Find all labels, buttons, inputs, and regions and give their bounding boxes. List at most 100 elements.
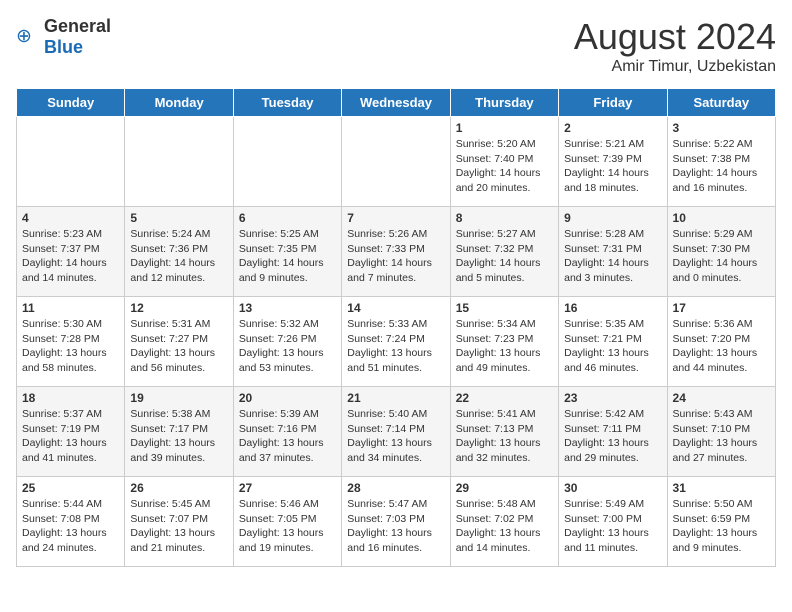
calendar-cell: 28 Sunrise: 5:47 AMSunset: 7:03 PMDayligh… [342,477,450,567]
title-section: August 2024 Amir Timur, Uzbekistan [574,16,776,76]
cell-content: Sunrise: 5:44 AMSunset: 7:08 PMDaylight:… [22,497,119,556]
day-number: 24 [673,391,770,405]
calendar-table: SundayMondayTuesdayWednesdayThursdayFrid… [16,88,776,567]
calendar-cell [342,117,450,207]
cell-content: Sunrise: 5:48 AMSunset: 7:02 PMDaylight:… [456,497,553,556]
cell-content: Sunrise: 5:32 AMSunset: 7:26 PMDaylight:… [239,317,336,376]
calendar-cell [233,117,341,207]
cell-content: Sunrise: 5:29 AMSunset: 7:30 PMDaylight:… [673,227,770,286]
day-number: 1 [456,121,553,135]
day-header-sunday: Sunday [17,89,125,117]
calendar-cell: 7 Sunrise: 5:26 AMSunset: 7:33 PMDaylight… [342,207,450,297]
day-number: 10 [673,211,770,225]
cell-content: Sunrise: 5:20 AMSunset: 7:40 PMDaylight:… [456,137,553,196]
day-header-monday: Monday [125,89,233,117]
day-number: 6 [239,211,336,225]
calendar-cell: 15 Sunrise: 5:34 AMSunset: 7:23 PMDayligh… [450,297,558,387]
cell-content: Sunrise: 5:23 AMSunset: 7:37 PMDaylight:… [22,227,119,286]
calendar-cell: 17 Sunrise: 5:36 AMSunset: 7:20 PMDayligh… [667,297,775,387]
calendar-cell: 31Sunrise: 5:50 AMSunset: 6:59 PMDayligh… [667,477,775,567]
day-number: 21 [347,391,444,405]
cell-content: Sunrise: 5:22 AMSunset: 7:38 PMDaylight:… [673,137,770,196]
logo: ⊕ General Blue [16,16,111,58]
day-number: 2 [564,121,661,135]
cell-content: Sunrise: 5:40 AMSunset: 7:14 PMDaylight:… [347,407,444,466]
day-header-tuesday: Tuesday [233,89,341,117]
day-number: 27 [239,481,336,495]
calendar-cell: 14Sunrise: 5:33 AMSunset: 7:24 PMDayligh… [342,297,450,387]
svg-text:⊕: ⊕ [16,25,32,46]
day-number: 18 [22,391,119,405]
calendar-cell: 11Sunrise: 5:30 AMSunset: 7:28 PMDayligh… [17,297,125,387]
day-number: 20 [239,391,336,405]
cell-content: Sunrise: 5:33 AMSunset: 7:24 PMDaylight:… [347,317,444,376]
calendar-cell: 21 Sunrise: 5:40 AMSunset: 7:14 PMDayligh… [342,387,450,477]
calendar-cell: 6 Sunrise: 5:25 AMSunset: 7:35 PMDaylight… [233,207,341,297]
cell-content: Sunrise: 5:42 AMSunset: 7:11 PMDaylight:… [564,407,661,466]
calendar-cell: 8Sunrise: 5:27 AMSunset: 7:32 PMDaylight… [450,207,558,297]
day-number: 23 [564,391,661,405]
cell-content: Sunrise: 5:47 AMSunset: 7:03 PMDaylight:… [347,497,444,556]
calendar-cell: 4Sunrise: 5:23 AMSunset: 7:37 PMDaylight… [17,207,125,297]
calendar-cell: 16Sunrise: 5:35 AMSunset: 7:21 PMDayligh… [559,297,667,387]
day-number: 19 [130,391,227,405]
day-number: 9 [564,211,661,225]
cell-content: Sunrise: 5:50 AMSunset: 6:59 PMDaylight:… [673,497,770,556]
cell-content: Sunrise: 5:31 AMSunset: 7:27 PMDaylight:… [130,317,227,376]
calendar-cell: 27 Sunrise: 5:46 AMSunset: 7:05 PMDayligh… [233,477,341,567]
calendar-cell: 1 Sunrise: 5:20 AMSunset: 7:40 PMDaylight… [450,117,558,207]
week-row-3: 11Sunrise: 5:30 AMSunset: 7:28 PMDayligh… [17,297,776,387]
day-number: 26 [130,481,227,495]
cell-content: Sunrise: 5:28 AMSunset: 7:31 PMDaylight:… [564,227,661,286]
calendar-cell: 13 Sunrise: 5:32 AMSunset: 7:26 PMDayligh… [233,297,341,387]
cell-content: Sunrise: 5:38 AMSunset: 7:17 PMDaylight:… [130,407,227,466]
cell-content: Sunrise: 5:24 AMSunset: 7:36 PMDaylight:… [130,227,227,286]
day-header-wednesday: Wednesday [342,89,450,117]
day-number: 5 [130,211,227,225]
calendar-cell: 24Sunrise: 5:43 AMSunset: 7:10 PMDayligh… [667,387,775,477]
cell-content: Sunrise: 5:46 AMSunset: 7:05 PMDaylight:… [239,497,336,556]
calendar-cell: 9 Sunrise: 5:28 AMSunset: 7:31 PMDaylight… [559,207,667,297]
main-title: August 2024 [574,16,776,58]
cell-content: Sunrise: 5:37 AMSunset: 7:19 PMDaylight:… [22,407,119,466]
calendar-cell: 20 Sunrise: 5:39 AMSunset: 7:16 PMDayligh… [233,387,341,477]
calendar-cell: 26Sunrise: 5:45 AMSunset: 7:07 PMDayligh… [125,477,233,567]
calendar-cell: 12 Sunrise: 5:31 AMSunset: 7:27 PMDayligh… [125,297,233,387]
calendar-cell [125,117,233,207]
day-header-friday: Friday [559,89,667,117]
day-number: 28 [347,481,444,495]
cell-content: Sunrise: 5:41 AMSunset: 7:13 PMDaylight:… [456,407,553,466]
week-row-1: 1 Sunrise: 5:20 AMSunset: 7:40 PMDaylight… [17,117,776,207]
week-row-4: 18 Sunrise: 5:37 AMSunset: 7:19 PMDayligh… [17,387,776,477]
day-number: 11 [22,301,119,315]
cell-content: Sunrise: 5:27 AMSunset: 7:32 PMDaylight:… [456,227,553,286]
cell-content: Sunrise: 5:25 AMSunset: 7:35 PMDaylight:… [239,227,336,286]
day-number: 3 [673,121,770,135]
day-number: 7 [347,211,444,225]
subtitle: Amir Timur, Uzbekistan [574,58,776,76]
day-header-thursday: Thursday [450,89,558,117]
header-row: SundayMondayTuesdayWednesdayThursdayFrid… [17,89,776,117]
calendar-cell: 25Sunrise: 5:44 AMSunset: 7:08 PMDayligh… [17,477,125,567]
day-number: 16 [564,301,661,315]
cell-content: Sunrise: 5:49 AMSunset: 7:00 PMDaylight:… [564,497,661,556]
week-row-5: 25Sunrise: 5:44 AMSunset: 7:08 PMDayligh… [17,477,776,567]
day-number: 29 [456,481,553,495]
day-number: 30 [564,481,661,495]
day-number: 13 [239,301,336,315]
cell-content: Sunrise: 5:21 AMSunset: 7:39 PMDaylight:… [564,137,661,196]
day-number: 22 [456,391,553,405]
day-number: 12 [130,301,227,315]
logo-general: General [44,16,111,36]
cell-content: Sunrise: 5:26 AMSunset: 7:33 PMDaylight:… [347,227,444,286]
cell-content: Sunrise: 5:39 AMSunset: 7:16 PMDaylight:… [239,407,336,466]
logo-blue: Blue [44,37,83,57]
calendar-cell: 19 Sunrise: 5:38 AMSunset: 7:17 PMDayligh… [125,387,233,477]
calendar-cell: 18 Sunrise: 5:37 AMSunset: 7:19 PMDayligh… [17,387,125,477]
cell-content: Sunrise: 5:36 AMSunset: 7:20 PMDaylight:… [673,317,770,376]
calendar-cell: 10 Sunrise: 5:29 AMSunset: 7:30 PMDayligh… [667,207,775,297]
calendar-cell: 29 Sunrise: 5:48 AMSunset: 7:02 PMDayligh… [450,477,558,567]
cell-content: Sunrise: 5:34 AMSunset: 7:23 PMDaylight:… [456,317,553,376]
day-number: 17 [673,301,770,315]
day-number: 15 [456,301,553,315]
